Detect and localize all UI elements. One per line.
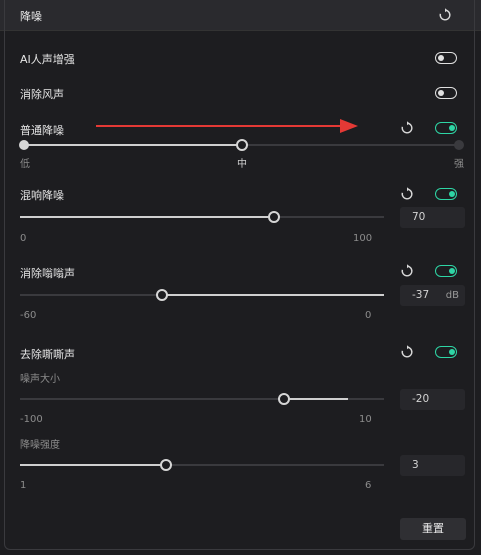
hum-label: 消除嗡嗡声 (20, 267, 75, 280)
reverb-fill (20, 216, 274, 218)
reverb-value: 70 (412, 211, 426, 223)
level-stop-high[interactable] (454, 140, 464, 150)
hum-toggle[interactable] (435, 265, 457, 277)
reset-all-icon[interactable] (438, 8, 452, 22)
normal-denoise-toggle[interactable] (435, 122, 457, 134)
wind-toggle[interactable] (435, 87, 457, 99)
level-fill (24, 144, 242, 146)
toggle-knob (448, 190, 455, 197)
denoise-strength-value: 3 (412, 459, 419, 471)
toggle-knob (448, 124, 455, 131)
reverb-toggle[interactable] (435, 188, 457, 200)
noise-size-value: -20 (412, 393, 430, 405)
hum-value-input[interactable]: -37 dB (400, 285, 465, 306)
ai-voice-label: AI人声增强 (20, 53, 75, 66)
hum-fill (162, 294, 384, 296)
toggle-knob (437, 54, 444, 61)
reverb-min-label: 0 (20, 233, 27, 244)
hum-unit: dB (445, 290, 459, 301)
reset-normal-icon[interactable] (400, 121, 414, 135)
reset-button[interactable]: 重置 (400, 518, 466, 540)
wind-label: 消除风声 (20, 88, 64, 101)
level-low-label: 低 (20, 159, 30, 170)
reset-reverb-icon[interactable] (400, 187, 414, 201)
denoise-panel: 降噪 AI人声增强 消除风声 普通降噪 低 中 强 混响降噪 70 0 100 … (0, 0, 481, 555)
level-high-label: 强 (454, 159, 464, 170)
red-arrow-annotation (96, 119, 358, 133)
hum-value: -37 (412, 289, 430, 301)
normal-denoise-label: 普通降噪 (20, 124, 64, 137)
denoise-strength-thumb[interactable] (160, 459, 172, 471)
hum-max-label: 0 (365, 310, 372, 321)
reset-hiss-icon[interactable] (400, 345, 414, 359)
noise-size-value-input[interactable]: -20 (400, 389, 465, 410)
panel-title: 降噪 (20, 10, 42, 23)
reset-hum-icon[interactable] (400, 264, 414, 278)
level-thumb[interactable] (236, 139, 248, 151)
level-mid-label: 中 (237, 159, 247, 170)
noise-size-label: 噪声大小 (20, 374, 60, 385)
hiss-toggle[interactable] (435, 346, 457, 358)
noise-size-thumb[interactable] (278, 393, 290, 405)
toggle-knob (448, 348, 455, 355)
denoise-strength-max-label: 6 (365, 480, 372, 491)
panel-header (0, 0, 481, 31)
noise-size-max-label: 10 (359, 414, 372, 425)
noise-size-fill (284, 398, 348, 400)
reverb-value-input[interactable]: 70 (400, 207, 465, 228)
toggle-knob (448, 267, 455, 274)
hum-thumb[interactable] (156, 289, 168, 301)
toggle-knob (437, 89, 444, 96)
reverb-max-label: 100 (353, 233, 373, 244)
hiss-label: 去除嘶嘶声 (20, 348, 75, 361)
reverb-label: 混响降噪 (20, 189, 64, 202)
level-stop-low[interactable] (19, 140, 29, 150)
denoise-strength-label: 降噪强度 (20, 440, 60, 451)
ai-voice-toggle[interactable] (435, 52, 457, 64)
denoise-strength-min-label: 1 (20, 480, 27, 491)
denoise-strength-fill (20, 464, 166, 466)
hum-min-label: -60 (20, 310, 37, 321)
reverb-thumb[interactable] (268, 211, 280, 223)
denoise-strength-value-input[interactable]: 3 (400, 455, 465, 476)
noise-size-min-label: -100 (20, 414, 43, 425)
